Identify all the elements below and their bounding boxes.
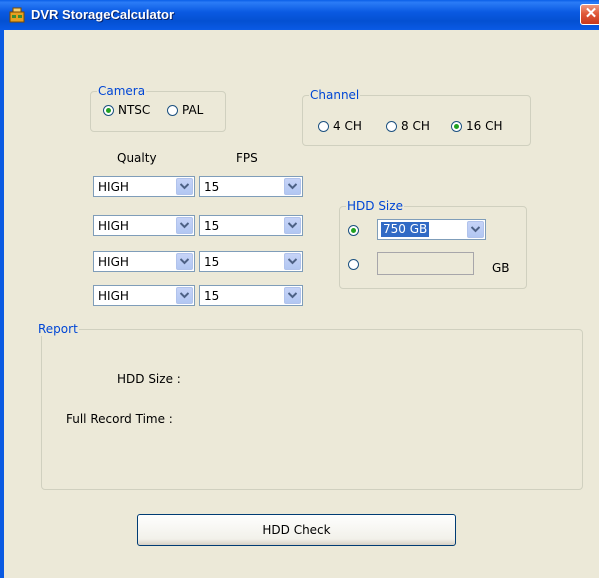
fps-select-1[interactable]: 15: [199, 176, 303, 197]
hdd-custom-radio[interactable]: [348, 259, 363, 270]
quality-select-2[interactable]: HIGH: [93, 215, 195, 236]
radio-unselected-icon: [386, 120, 397, 132]
channel-radio-4ch[interactable]: 4 CH: [318, 119, 362, 133]
channel-radio-8ch[interactable]: 8 CH: [386, 119, 430, 133]
fps-select-4[interactable]: 15: [199, 285, 303, 306]
fps-value: 15: [204, 180, 220, 194]
report-full-record-time-label: Full Record Time :: [66, 412, 173, 426]
channel-radio-16ch[interactable]: 16 CH: [451, 119, 503, 133]
radio-unselected-icon: [318, 120, 329, 132]
chevron-down-icon[interactable]: [176, 287, 193, 304]
channel-legend: Channel: [310, 88, 360, 102]
channel-group: Channel: [302, 88, 531, 146]
channel-option-label: 16 CH: [466, 119, 503, 133]
camera-radio-pal[interactable]: PAL: [167, 103, 203, 117]
chevron-down-icon[interactable]: [284, 217, 301, 234]
camera-radio-ntsc[interactable]: NTSC: [103, 103, 150, 117]
report-hdd-size-label: HDD Size :: [117, 372, 181, 386]
camera-option-label: NTSC: [118, 103, 151, 117]
fps-select-3[interactable]: 15: [199, 251, 303, 272]
channel-option-label: 4 CH: [333, 119, 362, 133]
radio-selected-icon: [348, 225, 359, 236]
close-button[interactable]: ✕: [580, 4, 599, 25]
quality-value: HIGH: [98, 255, 129, 269]
radio-unselected-icon: [167, 104, 178, 116]
radio-selected-icon: [103, 104, 114, 116]
hdd-check-button[interactable]: HDD Check: [137, 514, 456, 546]
hdd-check-label: HDD Check: [262, 523, 331, 537]
app-window: DVR StorageCalculator ✕ Camera NTSC PAL …: [0, 0, 599, 578]
quality-header: Qualty: [117, 151, 157, 165]
fps-select-2[interactable]: 15: [199, 215, 303, 236]
radio-unselected-icon: [348, 259, 359, 270]
chevron-down-icon[interactable]: [284, 287, 301, 304]
hdd-custom-size-input[interactable]: [377, 252, 474, 275]
chevron-down-icon[interactable]: [176, 253, 193, 270]
quality-select-4[interactable]: HIGH: [93, 285, 195, 306]
fps-header: FPS: [236, 151, 258, 165]
window-border: [0, 30, 4, 578]
hdd-size-legend: HDD Size: [347, 199, 403, 213]
camera-legend: Camera: [98, 84, 146, 98]
hdd-size-select[interactable]: 750 GB: [377, 219, 486, 240]
hdd-size-group: HDD Size: [339, 199, 527, 289]
chevron-down-icon[interactable]: [284, 253, 301, 270]
channel-option-label: 8 CH: [401, 119, 430, 133]
dvr-app-icon: [9, 7, 25, 23]
report-group: Report: [38, 322, 583, 490]
quality-value: HIGH: [98, 219, 129, 233]
quality-select-1[interactable]: HIGH: [93, 176, 195, 197]
quality-value: HIGH: [98, 180, 129, 194]
fps-value: 15: [204, 219, 220, 233]
chevron-down-icon[interactable]: [176, 178, 193, 195]
report-legend: Report: [38, 322, 78, 336]
title-bar[interactable]: DVR StorageCalculator ✕: [0, 0, 599, 30]
camera-option-label: PAL: [182, 103, 204, 117]
hdd-preset-radio[interactable]: [348, 225, 363, 236]
hdd-size-value: 750 GB: [381, 222, 430, 237]
fps-value: 15: [204, 255, 220, 269]
hdd-unit-label: GB: [492, 261, 510, 275]
window-title: DVR StorageCalculator: [31, 7, 175, 22]
chevron-down-icon[interactable]: [467, 221, 484, 238]
radio-selected-icon: [451, 120, 462, 132]
close-icon: ✕: [584, 5, 598, 22]
chevron-down-icon[interactable]: [284, 178, 301, 195]
fps-value: 15: [204, 289, 220, 303]
quality-value: HIGH: [98, 289, 129, 303]
chevron-down-icon[interactable]: [176, 217, 193, 234]
quality-select-3[interactable]: HIGH: [93, 251, 195, 272]
